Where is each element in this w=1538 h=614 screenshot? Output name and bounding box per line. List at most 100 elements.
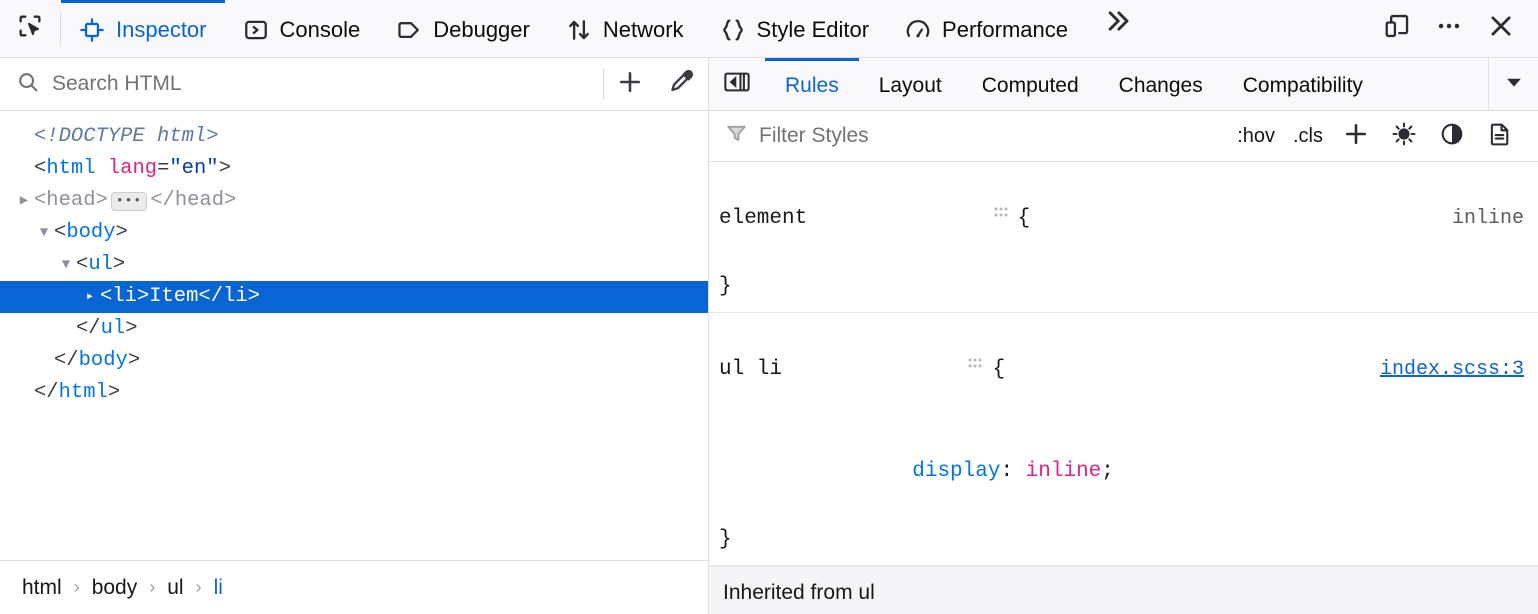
toggle-sidebar-icon	[723, 69, 751, 100]
markup-node-li-selected[interactable]: ▸ <li>Item</li>	[0, 281, 708, 313]
html-tag-name: html	[46, 153, 95, 185]
tab-layout[interactable]: Layout	[859, 58, 962, 110]
css-declaration[interactable]: display: inline;	[709, 421, 1538, 523]
more-options-icon	[1435, 12, 1463, 45]
tab-compatibility-label: Compatibility	[1243, 74, 1363, 98]
tab-network-label: Network	[603, 17, 684, 43]
markup-node-head[interactable]: ▶ <head>•••</head>	[0, 185, 708, 217]
breadcrumb-separator: ›	[194, 577, 204, 598]
filter-icon	[725, 122, 748, 150]
tab-style-editor[interactable]: Style Editor	[702, 0, 888, 57]
body-tag-name: body	[66, 217, 115, 249]
selector-highlighter-icon[interactable]	[815, 168, 1009, 270]
ul-close-tag-name: ul	[101, 313, 126, 345]
tab-rules[interactable]: Rules	[765, 58, 859, 110]
css-rule-ul-li[interactable]: ul li { index.scss:3 display: inline;	[709, 313, 1538, 566]
search-html-input[interactable]: Search HTML	[0, 70, 603, 99]
tab-performance[interactable]: Performance	[887, 0, 1086, 57]
tab-compatibility[interactable]: Compatibility	[1223, 58, 1383, 110]
light-color-scheme-button[interactable]	[1380, 116, 1428, 156]
tab-layout-label: Layout	[879, 74, 942, 98]
tab-debugger-label: Debugger	[433, 17, 530, 43]
tab-debugger[interactable]: Debugger	[378, 0, 548, 57]
more-options-button[interactable]	[1426, 6, 1472, 52]
tabs-overflow-button[interactable]	[1094, 0, 1140, 46]
css-property-name[interactable]: display	[912, 460, 1000, 483]
rules-panel: Rules Layout Computed Changes Compatibil…	[709, 58, 1538, 614]
rules-filter-row: Filter Styles :hov .cls	[709, 111, 1538, 162]
css-close-brace: }	[709, 523, 1538, 557]
tab-network[interactable]: Network	[548, 0, 702, 57]
html-attr-value: "en"	[169, 153, 218, 185]
breadcrumb-item-li[interactable]: li	[206, 572, 231, 604]
search-html-placeholder: Search HTML	[52, 72, 182, 96]
head-open-tag: <head>	[34, 185, 108, 217]
tab-performance-label: Performance	[942, 17, 1068, 43]
rules-tabs-overflow-button[interactable]	[1488, 58, 1538, 110]
css-close-brace: }	[709, 270, 1538, 304]
class-panel-toggle-button[interactable]: .cls	[1284, 121, 1332, 152]
markup-node-html-close[interactable]: ▸ </html>	[0, 377, 708, 409]
rules-tabs-spacer	[1383, 58, 1488, 110]
selector-highlighter-icon[interactable]	[790, 319, 984, 421]
breadcrumb-item-ul[interactable]: ul	[159, 572, 191, 604]
head-expand-twisty[interactable]: ▶	[14, 185, 34, 217]
close-icon	[1486, 11, 1516, 46]
search-icon	[16, 70, 40, 99]
close-devtools-button[interactable]	[1478, 6, 1524, 52]
chevron-double-right-icon	[1102, 6, 1132, 41]
markup-node-ul[interactable]: ▼ <ul>	[0, 249, 708, 281]
debugger-icon	[396, 17, 422, 43]
element-picker-button[interactable]	[0, 0, 60, 57]
print-media-button[interactable]	[1476, 116, 1524, 156]
chevron-down-icon	[1503, 71, 1525, 98]
devtools-tab-list: Inspector Console Debugger	[61, 0, 1374, 57]
markup-node-body-close[interactable]: ▸ </body>	[0, 345, 708, 377]
css-selector[interactable]: ul li	[719, 353, 782, 387]
print-media-icon	[1487, 121, 1513, 152]
plus-icon	[1342, 120, 1370, 153]
body-expand-twisty[interactable]: ▼	[34, 217, 54, 249]
html-attr-eq: =	[157, 153, 169, 185]
markup-panel: Search HTML	[0, 58, 709, 614]
css-open-brace: {	[992, 353, 1005, 387]
console-icon	[243, 17, 269, 43]
body-close-tag-name: body	[79, 345, 128, 377]
toggle-sidebar-button[interactable]	[709, 58, 765, 110]
ul-tag-name: ul	[88, 249, 113, 281]
devtools-panes: Search HTML	[0, 58, 1538, 614]
add-node-button[interactable]	[604, 58, 656, 110]
tab-computed-label: Computed	[982, 74, 1079, 98]
tab-inspector[interactable]: Inspector	[61, 0, 225, 57]
breadcrumb-separator: ›	[72, 577, 82, 598]
rules-list: element { inline }	[709, 162, 1538, 614]
tab-changes[interactable]: Changes	[1099, 58, 1223, 110]
moon-icon	[1439, 121, 1465, 152]
css-property-value[interactable]: inline	[1026, 460, 1102, 483]
dark-color-scheme-button[interactable]	[1428, 116, 1476, 156]
css-rule-element[interactable]: element { inline }	[709, 162, 1538, 313]
css-rule-header: ul li { index.scss:3	[709, 319, 1538, 421]
markup-tree[interactable]: ▸ <!DOCTYPE html> ▸ <html lang="en"> ▶ <…	[0, 111, 708, 560]
html-open-bracket: <	[34, 153, 46, 185]
style-editor-icon	[720, 17, 746, 43]
css-rule-source-link[interactable]: index.scss:3	[1368, 353, 1524, 387]
devtools-toolbar: Inspector Console Debugger	[0, 0, 1538, 58]
markup-node-doctype[interactable]: ▸ <!DOCTYPE html>	[0, 121, 708, 153]
markup-node-html[interactable]: ▸ <html lang="en">	[0, 153, 708, 185]
markup-node-body[interactable]: ▼ <body>	[0, 217, 708, 249]
element-picker-icon	[16, 12, 44, 45]
css-selector[interactable]: element	[719, 202, 807, 236]
markup-node-ul-close[interactable]: ▸ </ul>	[0, 313, 708, 345]
breadcrumb-item-html[interactable]: html	[14, 572, 70, 604]
responsive-design-mode-button[interactable]	[1374, 6, 1420, 52]
head-collapsed-ellipsis[interactable]: •••	[111, 192, 147, 211]
breadcrumb-item-body[interactable]: body	[84, 572, 146, 604]
tab-computed[interactable]: Computed	[962, 58, 1099, 110]
tab-console[interactable]: Console	[225, 0, 379, 57]
ul-expand-twisty[interactable]: ▼	[56, 249, 76, 281]
eyedropper-button[interactable]	[656, 58, 708, 110]
pseudo-class-toggle-button[interactable]: :hov	[1228, 121, 1284, 152]
add-new-rule-button[interactable]	[1332, 116, 1380, 156]
filter-styles-input[interactable]: Filter Styles	[725, 122, 1228, 150]
